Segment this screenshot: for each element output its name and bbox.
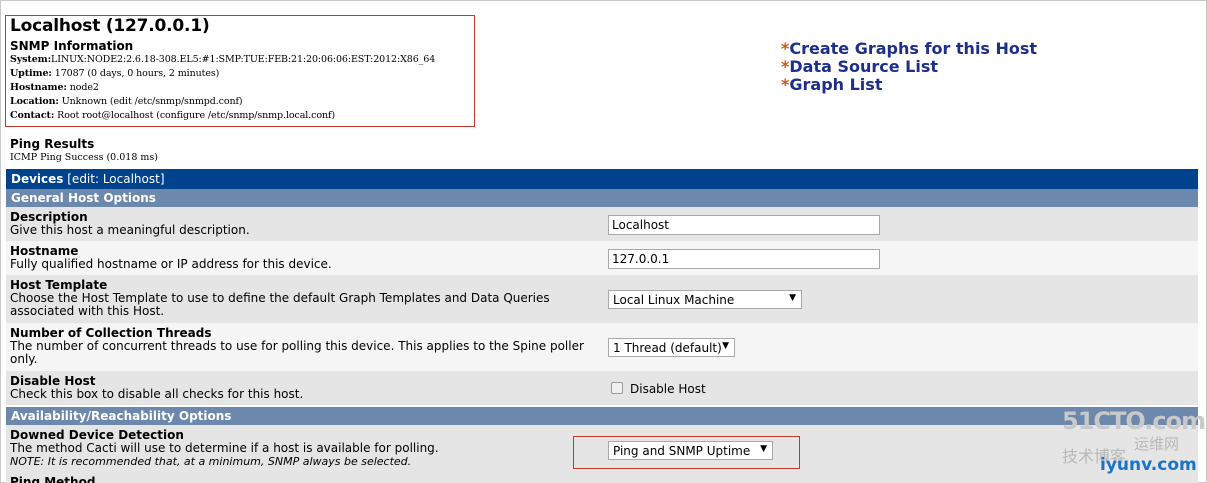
- watermark-text: 运维网: [1134, 435, 1180, 453]
- snmp-system-line: System:LINUX:NODE2:2.6.18-308.EL5:#1:SMP…: [10, 54, 436, 65]
- chevron-down-icon: ▼: [789, 293, 796, 303]
- chevron-down-icon: ▼: [722, 341, 729, 351]
- snmp-location-line: Location: Unknown (edit /etc/snmp/snmpd.…: [10, 96, 243, 107]
- field-desc: Fully qualified hostname or IP address f…: [10, 257, 332, 271]
- snmp-uptime-line: Uptime: 17087 (0 days, 0 hours, 2 minute…: [10, 68, 220, 79]
- row-disable-host: Disable Host Check this box to disable a…: [6, 371, 1198, 405]
- host-title: Localhost (127.0.0.1): [10, 16, 210, 36]
- downed-detection-select[interactable]: Ping and SNMP Uptime ▼: [608, 441, 773, 460]
- field-title: Ping Method: [10, 475, 96, 483]
- snmp-heading: SNMP Information: [10, 39, 134, 53]
- devices-header-bar: Devices [edit: Localhost]: [6, 169, 1198, 189]
- create-graphs-link[interactable]: *Create Graphs for this Host: [781, 39, 1037, 58]
- field-desc: Choose the Host Template to use to defin…: [10, 291, 550, 318]
- edit-host-label: [edit: Localhost]: [63, 172, 165, 186]
- devices-label: Devices: [11, 172, 64, 186]
- chevron-down-icon: ▼: [760, 444, 767, 454]
- watermark-text: 51CTO.com: [1062, 407, 1206, 435]
- field-desc: The number of concurrent threads to use …: [10, 339, 584, 366]
- host-template-select[interactable]: Local Linux Machine ▼: [608, 290, 802, 309]
- row-collection-threads: Number of Collection Threads The number …: [6, 323, 1198, 371]
- row-hostname: Hostname Fully qualified hostname or IP …: [6, 241, 1198, 275]
- threads-select[interactable]: 1 Thread (default) ▼: [608, 338, 735, 357]
- row-ping-method: Ping Method: [6, 474, 1198, 483]
- row-description: Description Give this host a meaningful …: [6, 207, 1198, 241]
- ping-results-value: ICMP Ping Success (0.018 ms): [10, 152, 158, 163]
- ping-results-title: Ping Results: [10, 137, 95, 151]
- disable-host-checkbox-label[interactable]: Disable Host: [630, 382, 706, 396]
- site-watermark: 51CTO.com 运维网 技术博客 iyunv.com: [1062, 405, 1206, 480]
- graph-list-link[interactable]: *Graph List: [781, 75, 1037, 94]
- row-host-template: Host Template Choose the Host Template t…: [6, 275, 1198, 323]
- snmp-contact-line: Contact: Root root@localhost (configure …: [10, 110, 336, 121]
- field-desc: The method Cacti will use to determine i…: [10, 441, 439, 455]
- field-desc: Give this host a meaningful description.: [10, 223, 250, 237]
- hostname-input[interactable]: 127.0.0.1: [608, 249, 880, 269]
- watermark-text: iyunv.com: [1100, 455, 1197, 475]
- data-source-list-link[interactable]: *Data Source List: [781, 57, 1037, 76]
- field-note: NOTE: It is recommended that, at a minim…: [10, 455, 412, 468]
- host-links: *Create Graphs for this Host *Data Sourc…: [781, 39, 1037, 94]
- disable-host-checkbox[interactable]: [611, 382, 623, 394]
- section-general-host-options: General Host Options: [6, 189, 1198, 207]
- description-input[interactable]: Localhost: [608, 215, 880, 235]
- section-availability-options: Availability/Reachability Options: [6, 407, 1198, 425]
- field-desc: Check this box to disable all checks for…: [10, 387, 304, 401]
- snmp-hostname-line: Hostname: node2: [10, 82, 99, 93]
